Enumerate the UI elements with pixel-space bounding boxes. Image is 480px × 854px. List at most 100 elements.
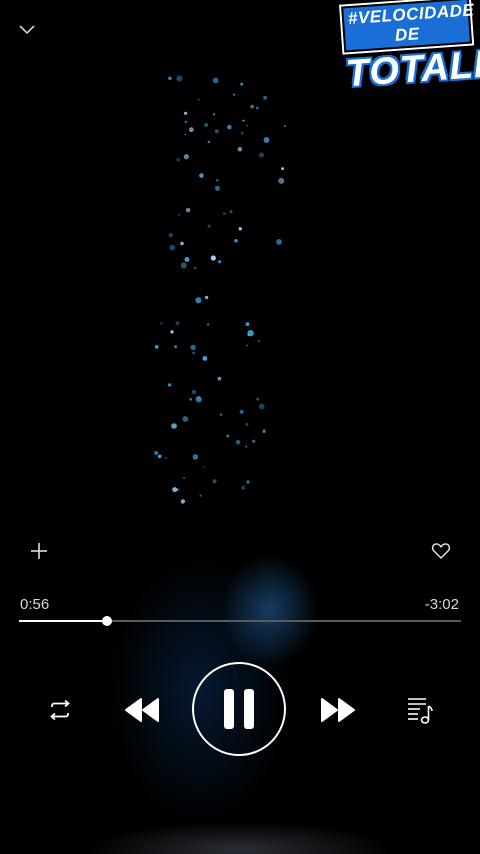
sparkle-particle: [247, 333, 250, 336]
repeat-button[interactable]: [44, 696, 76, 724]
sparkle-particle: [246, 344, 249, 347]
sparkle-particle: [176, 75, 183, 82]
sparkle-particle: [204, 123, 209, 127]
sparkle-particle: [188, 127, 194, 133]
sparkle-particle: [259, 152, 264, 158]
progress-fill: [19, 620, 108, 622]
sparkle-particle: [172, 423, 177, 428]
sparkle-particle: [199, 494, 202, 497]
sparkle-particle: [283, 125, 286, 127]
sparkle-particle: [197, 98, 200, 101]
sparkle-particle: [263, 137, 270, 143]
sparkle-particle: [184, 133, 187, 136]
sparkle-particle: [222, 212, 226, 216]
sparkle-particle: [240, 131, 244, 135]
chevron-down-icon: [19, 25, 35, 35]
sparkle-particle: [245, 423, 249, 426]
sparkle-particle: [246, 480, 250, 484]
sparkle-particle: [194, 266, 197, 270]
sparkle-particle: [256, 397, 260, 401]
sparkle-particle: [190, 344, 196, 351]
pause-icon: [224, 689, 254, 729]
sparkle-particle: [189, 397, 193, 401]
sparkle-particle: [215, 185, 220, 191]
next-button[interactable]: [316, 693, 360, 727]
sparkle-particle: [229, 210, 233, 214]
sparkle-particle: [182, 416, 189, 422]
previous-button[interactable]: [120, 693, 164, 727]
sparkle-particle: [245, 445, 247, 448]
watermark-logo: #VELOCIDADE DE TOTALL: [341, 0, 480, 96]
progress-slider[interactable]: [19, 616, 461, 626]
sparkle-particle: [250, 104, 255, 109]
sparkle-particle: [154, 451, 159, 455]
repeat-icon: [50, 699, 70, 721]
sparkle-particle: [207, 140, 211, 144]
sparkle-particle: [184, 120, 188, 124]
sparkle-particle: [192, 351, 195, 355]
sparkle-particle: [168, 233, 173, 238]
heart-icon: [431, 543, 451, 559]
sparkle-particle: [245, 322, 250, 327]
sparkle-particle: [184, 111, 188, 115]
sparkle-particle: [183, 477, 186, 480]
watermark-line1: #VELOCIDADE DE: [341, 0, 475, 53]
elapsed-time: 0:56: [20, 596, 50, 613]
sparkle-particle: [185, 207, 191, 213]
plus-icon: [31, 543, 47, 559]
sparkle-particle: [278, 177, 285, 184]
add-to-playlist-button[interactable]: [28, 540, 50, 562]
sparkle-particle: [174, 345, 178, 349]
sparkle-particle: [240, 82, 244, 86]
watermark-line2: TOTALL: [344, 42, 480, 96]
sparkle-particle: [235, 440, 241, 445]
sparkle-particle: [192, 454, 199, 460]
sparkle-particle: [202, 356, 208, 361]
playlist-icon: [408, 698, 433, 724]
sparkle-particle: [199, 173, 204, 178]
sparkle-particle: [157, 454, 162, 459]
sparkle-particle: [170, 330, 174, 334]
sparkle-particle: [262, 429, 266, 434]
sparkle-particle: [252, 439, 256, 443]
like-button[interactable]: [430, 541, 452, 561]
sparkle-particle: [169, 244, 176, 251]
sparkle-particle: [180, 499, 186, 504]
sparkle-particle: [227, 124, 232, 130]
sparkle-particle: [195, 297, 202, 304]
sparkle-particle: [172, 487, 178, 493]
sparkle-particle: [238, 227, 242, 231]
sparkle-particle: [207, 224, 211, 228]
sparkle-particle: [241, 485, 246, 490]
sparkle-particle: [177, 213, 181, 216]
sparkle-particle: [210, 255, 216, 261]
sparkle-particle: [237, 146, 243, 152]
sparkle-particle: [184, 257, 190, 262]
sparkle-particle: [176, 157, 181, 162]
sparkle-particle: [168, 76, 172, 81]
collapse-button[interactable]: [14, 16, 40, 42]
sparkle-particle: [220, 413, 223, 416]
pause-button[interactable]: [192, 662, 286, 756]
sparkle-particle: [257, 339, 261, 343]
sparkle-particle: [232, 93, 236, 96]
sparkle-particle: [191, 389, 197, 395]
sparkle-particle: [167, 383, 172, 387]
sparkle-particle: [263, 95, 267, 100]
sparkle-particle: [202, 466, 205, 468]
sparkle-particle: [154, 345, 159, 349]
sparkle-particle: [212, 113, 215, 116]
sparkle-particle: [216, 179, 219, 182]
sparkle-particle: [175, 321, 180, 326]
remaining-time: -3:02: [424, 596, 459, 613]
sparkle-particle: [234, 239, 238, 243]
rewind-icon: [125, 698, 159, 722]
sparkle-particle: [204, 295, 209, 300]
sparkle-particle: [281, 167, 284, 171]
sparkle-particle: [212, 77, 219, 84]
sparkle-particle: [183, 154, 189, 160]
sparkle-particle: [276, 239, 282, 245]
sparkle-particle: [217, 376, 222, 381]
queue-button[interactable]: [405, 694, 435, 726]
sparkle-particle: [258, 403, 265, 410]
